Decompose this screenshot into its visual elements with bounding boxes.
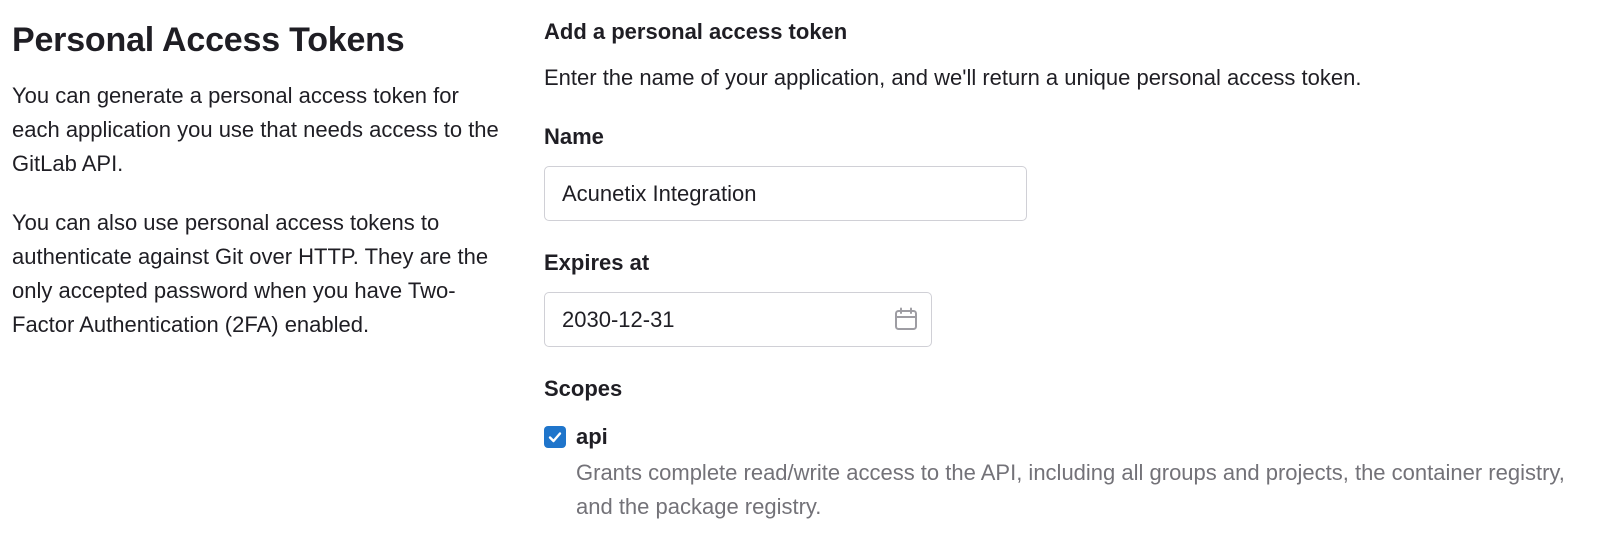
personal-access-tokens-page: Personal Access Tokens You can generate … xyxy=(0,0,1600,549)
scope-api-checkbox[interactable] xyxy=(544,426,566,448)
calendar-icon[interactable] xyxy=(894,307,918,331)
page-title: Personal Access Tokens xyxy=(12,21,405,59)
expires-at-label: Expires at xyxy=(544,250,650,275)
add-token-form: Add a personal access token Enter the na… xyxy=(544,16,1584,524)
scope-api-description: Grants complete read/write access to the… xyxy=(576,460,1565,519)
description-generate-token: You can generate a personal access token… xyxy=(12,83,499,176)
expires-at-input[interactable] xyxy=(544,292,932,347)
checkmark-icon xyxy=(548,432,562,443)
description-git-over-http: You can also use personal access tokens … xyxy=(12,210,489,337)
form-intro-text: Enter the name of your application, and … xyxy=(544,65,1362,90)
scope-api-name[interactable]: api xyxy=(576,422,1584,452)
expires-at-field xyxy=(544,292,932,347)
token-name-input[interactable] xyxy=(544,166,1027,221)
info-panel: Personal Access Tokens You can generate … xyxy=(12,20,507,342)
scope-api: api Grants complete read/write access to… xyxy=(544,422,1584,524)
name-label: Name xyxy=(544,124,604,149)
form-section-title: Add a personal access token xyxy=(544,19,848,44)
scopes-label: Scopes xyxy=(544,376,623,401)
